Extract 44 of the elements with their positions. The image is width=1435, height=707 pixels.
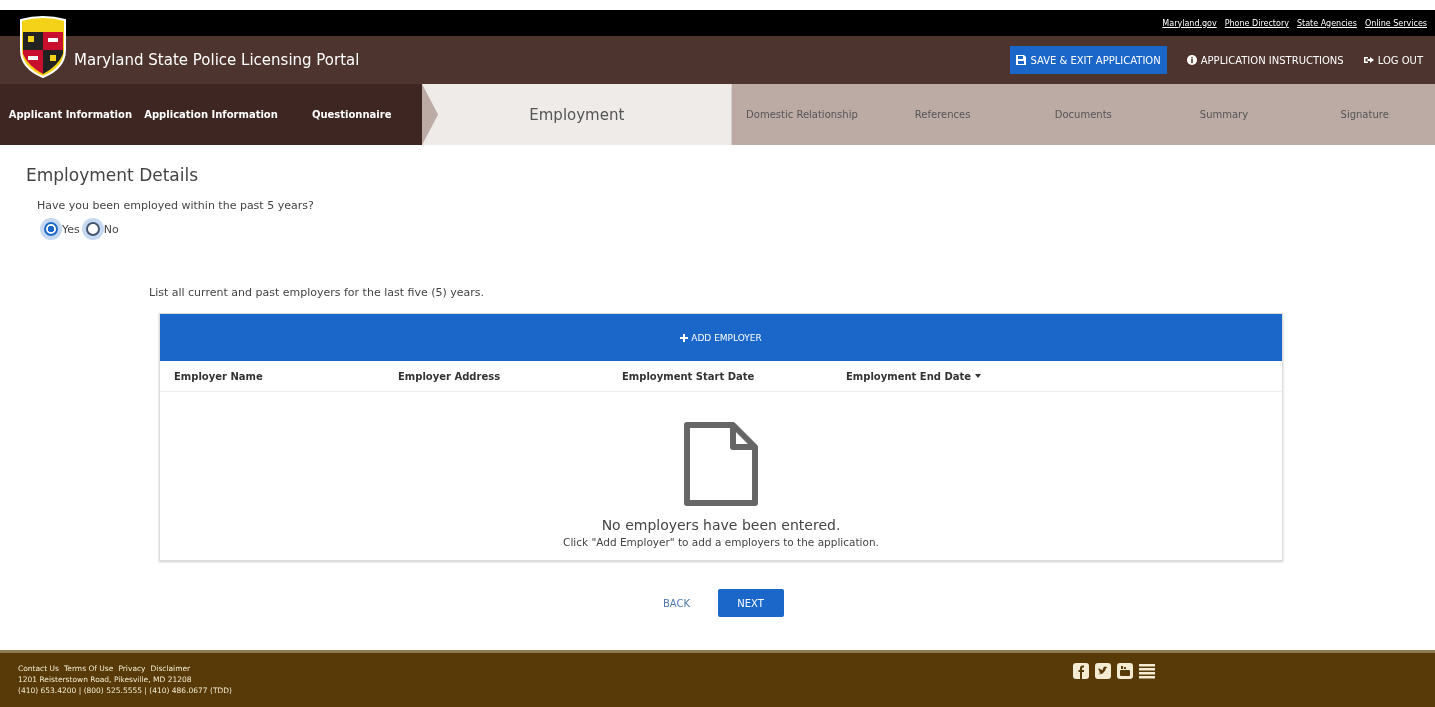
instruction-text: List all current and past employers for the last five (5) years.	[149, 286, 486, 299]
column-header[interactable]: Employment Start Date	[622, 370, 846, 382]
progress-step[interactable]: References	[872, 84, 1013, 145]
utility-link[interactable]: State Agencies	[1296, 18, 1357, 28]
radio-label: Yes	[62, 222, 80, 236]
instructions-link[interactable]: APPLICATION INSTRUCTIONS	[1186, 54, 1344, 66]
progress-step[interactable]: Summary	[1153, 84, 1295, 145]
column-header[interactable]: Employer Address	[398, 370, 622, 382]
progress-step[interactable]: Documents	[1012, 84, 1154, 145]
save-exit-button[interactable]: SAVE & EXIT APPLICATION	[1010, 46, 1167, 74]
empty-state-title: No employers have been entered.	[601, 517, 841, 533]
progress-step[interactable]: Employment	[422, 84, 732, 145]
youtube-icon[interactable]	[1117, 663, 1133, 679]
radio-option[interactable]: No	[85, 222, 119, 236]
progress-step[interactable]: Application Information	[140, 84, 282, 145]
logout-link[interactable]: LOG OUT	[1363, 54, 1423, 66]
twitter-icon[interactable]	[1095, 663, 1111, 679]
next-button[interactable]: NEXT	[717, 589, 784, 617]
sign-out-icon	[1363, 55, 1374, 65]
empty-state-hint: Click "Add Employer" to add a employers to the application.	[563, 536, 879, 548]
utility-link[interactable]: Phone Directory	[1224, 18, 1289, 28]
document-icon	[683, 421, 759, 507]
progress-step[interactable]: Questionnaire	[281, 84, 423, 145]
radio-label: No	[103, 222, 119, 236]
section-title: Employment Details	[26, 165, 200, 185]
utility-link[interactable]: Online Services	[1364, 18, 1427, 28]
shield-logo-icon	[18, 16, 68, 78]
add-employer-button[interactable]: ADD EMPLOYER	[160, 314, 1282, 361]
column-header[interactable]: Employment End Date	[846, 370, 1070, 382]
utility-link[interactable]: Maryland.gov	[1162, 18, 1217, 28]
facebook-icon[interactable]	[1073, 663, 1089, 679]
progress-step[interactable]: Signature	[1294, 84, 1435, 145]
column-header[interactable]: Employer Name	[174, 370, 398, 382]
info-icon	[1186, 55, 1197, 65]
back-button[interactable]: BACK	[651, 589, 702, 617]
progress-step[interactable]: Applicant Information	[0, 84, 141, 145]
radio-button[interactable]	[85, 222, 100, 236]
progress-step[interactable]: Domestic Relationship	[731, 84, 873, 145]
portal-title: Maryland State Police Licensing Portal	[74, 51, 360, 69]
list-icon[interactable]	[1139, 663, 1155, 679]
question-text: Have you been employed within the past 5 years?	[37, 199, 315, 212]
plus-icon	[680, 333, 689, 342]
radio-button[interactable]	[44, 222, 58, 236]
radio-option[interactable]: Yes	[44, 222, 80, 236]
